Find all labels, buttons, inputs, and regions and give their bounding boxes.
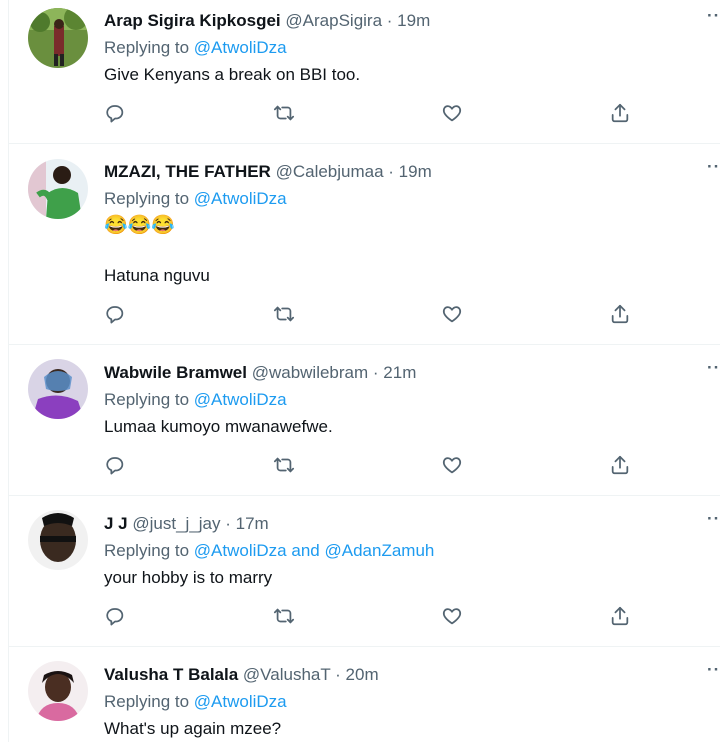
share-icon[interactable]	[609, 303, 633, 327]
tweet-text: Hatuna nguvu	[104, 266, 210, 285]
reply-icon[interactable]	[104, 454, 128, 478]
handle[interactable]: @just_j_jay	[132, 514, 220, 533]
timestamp[interactable]: · 19m	[388, 162, 431, 181]
avatar[interactable]	[28, 159, 88, 219]
avatar[interactable]	[28, 359, 88, 419]
tweet-header: Wabwile Bramwel @wabwilebram · 21m	[104, 362, 416, 384]
tweet-header: J J @just_j_jay · 17m	[104, 513, 269, 535]
avatar[interactable]	[28, 8, 88, 68]
replying-to: Replying to @AtwoliDza	[104, 691, 287, 713]
replying-to: Replying to @AtwoliDza and @AdanZamuh	[104, 540, 434, 562]
mention-link[interactable]: @AdanZamuh	[324, 541, 434, 560]
tweet-actions	[9, 303, 720, 327]
handle[interactable]: @ValushaT	[243, 665, 331, 684]
more-icon[interactable]: ···	[707, 358, 720, 378]
replying-prefix: Replying to	[104, 390, 190, 409]
tweet-text: Lumaa kumoyo mwanawefwe.	[104, 417, 333, 436]
heart-icon[interactable]	[441, 605, 465, 629]
reply-icon[interactable]	[104, 102, 128, 126]
tweet[interactable]: Wabwile Bramwel @wabwilebram · 21m ··· R…	[9, 344, 720, 496]
replying-prefix: Replying to	[104, 189, 190, 208]
heart-icon[interactable]	[441, 102, 465, 126]
display-name[interactable]: Arap Sigira Kipkosgei	[104, 11, 281, 30]
tweet[interactable]: Arap Sigira Kipkosgei @ArapSigira · 19m …	[9, 0, 720, 144]
avatar[interactable]	[28, 510, 88, 570]
handle[interactable]: @ArapSigira	[285, 11, 382, 30]
mention-link[interactable]: @AtwoliDza	[194, 541, 287, 560]
more-icon[interactable]: ···	[707, 509, 720, 529]
retweet-icon[interactable]	[273, 454, 297, 478]
share-icon[interactable]	[609, 605, 633, 629]
tweet-actions	[9, 102, 720, 126]
timestamp[interactable]: · 19m	[387, 11, 430, 30]
tweet-text: your hobby is to marry	[104, 568, 273, 587]
tweet[interactable]: J J @just_j_jay · 17m ··· Replying to @A…	[9, 495, 720, 647]
more-icon[interactable]: ···	[707, 6, 720, 26]
reply-feed: Arap Sigira Kipkosgei @ArapSigira · 19m …	[8, 0, 720, 742]
more-icon[interactable]: ···	[707, 157, 720, 177]
share-icon[interactable]	[609, 454, 633, 478]
handle[interactable]: @Calebjumaa	[276, 162, 384, 181]
share-icon[interactable]	[609, 102, 633, 126]
tweet[interactable]: Valusha T Balala @ValushaT · 20m ··· Rep…	[9, 646, 720, 742]
display-name[interactable]: Valusha T Balala	[104, 665, 238, 684]
timestamp[interactable]: · 20m	[335, 665, 378, 684]
tweet-actions	[9, 454, 720, 478]
tweet-text: What's up again mzee?	[104, 719, 282, 738]
display-name[interactable]: Wabwile Bramwel	[104, 363, 247, 382]
replying-to: Replying to @AtwoliDza	[104, 389, 287, 411]
mention-link[interactable]: @AtwoliDza	[194, 189, 287, 208]
retweet-icon[interactable]	[273, 102, 297, 126]
replying-prefix: Replying to	[104, 38, 190, 57]
avatar[interactable]	[28, 661, 88, 721]
reply-icon[interactable]	[104, 303, 128, 327]
reply-icon[interactable]	[104, 605, 128, 629]
retweet-icon[interactable]	[273, 605, 297, 629]
mention-link[interactable]: @AtwoliDza	[194, 390, 287, 409]
replying-prefix: Replying to	[104, 541, 190, 560]
timestamp[interactable]: · 21m	[373, 363, 416, 382]
tweet-text: Give Kenyans a break on BBI too.	[104, 65, 361, 84]
tweet-header: Arap Sigira Kipkosgei @ArapSigira · 19m	[104, 10, 430, 32]
emoji-row: 😂😂😂	[104, 215, 175, 236]
tweet-actions	[9, 605, 720, 629]
timestamp[interactable]: · 17m	[225, 514, 268, 533]
mention-link[interactable]: @AtwoliDza	[194, 692, 287, 711]
replying-to: Replying to @AtwoliDza	[104, 37, 287, 59]
tweet-header: Valusha T Balala @ValushaT · 20m	[104, 664, 379, 686]
display-name[interactable]: MZAZI, THE FATHER	[104, 162, 271, 181]
tweet-header: MZAZI, THE FATHER @Calebjumaa · 19m	[104, 161, 432, 183]
heart-icon[interactable]	[441, 303, 465, 327]
replying-to: Replying to @AtwoliDza	[104, 188, 287, 210]
heart-icon[interactable]	[441, 454, 465, 478]
tweet[interactable]: MZAZI, THE FATHER @Calebjumaa · 19m ··· …	[9, 143, 720, 345]
handle[interactable]: @wabwilebram	[252, 363, 368, 382]
more-icon[interactable]: ···	[707, 660, 720, 680]
mention-link[interactable]: @AtwoliDza	[194, 38, 287, 57]
replying-prefix: Replying to	[104, 692, 190, 711]
and-word: and	[291, 541, 320, 560]
retweet-icon[interactable]	[273, 303, 297, 327]
display-name[interactable]: J J	[104, 514, 128, 533]
